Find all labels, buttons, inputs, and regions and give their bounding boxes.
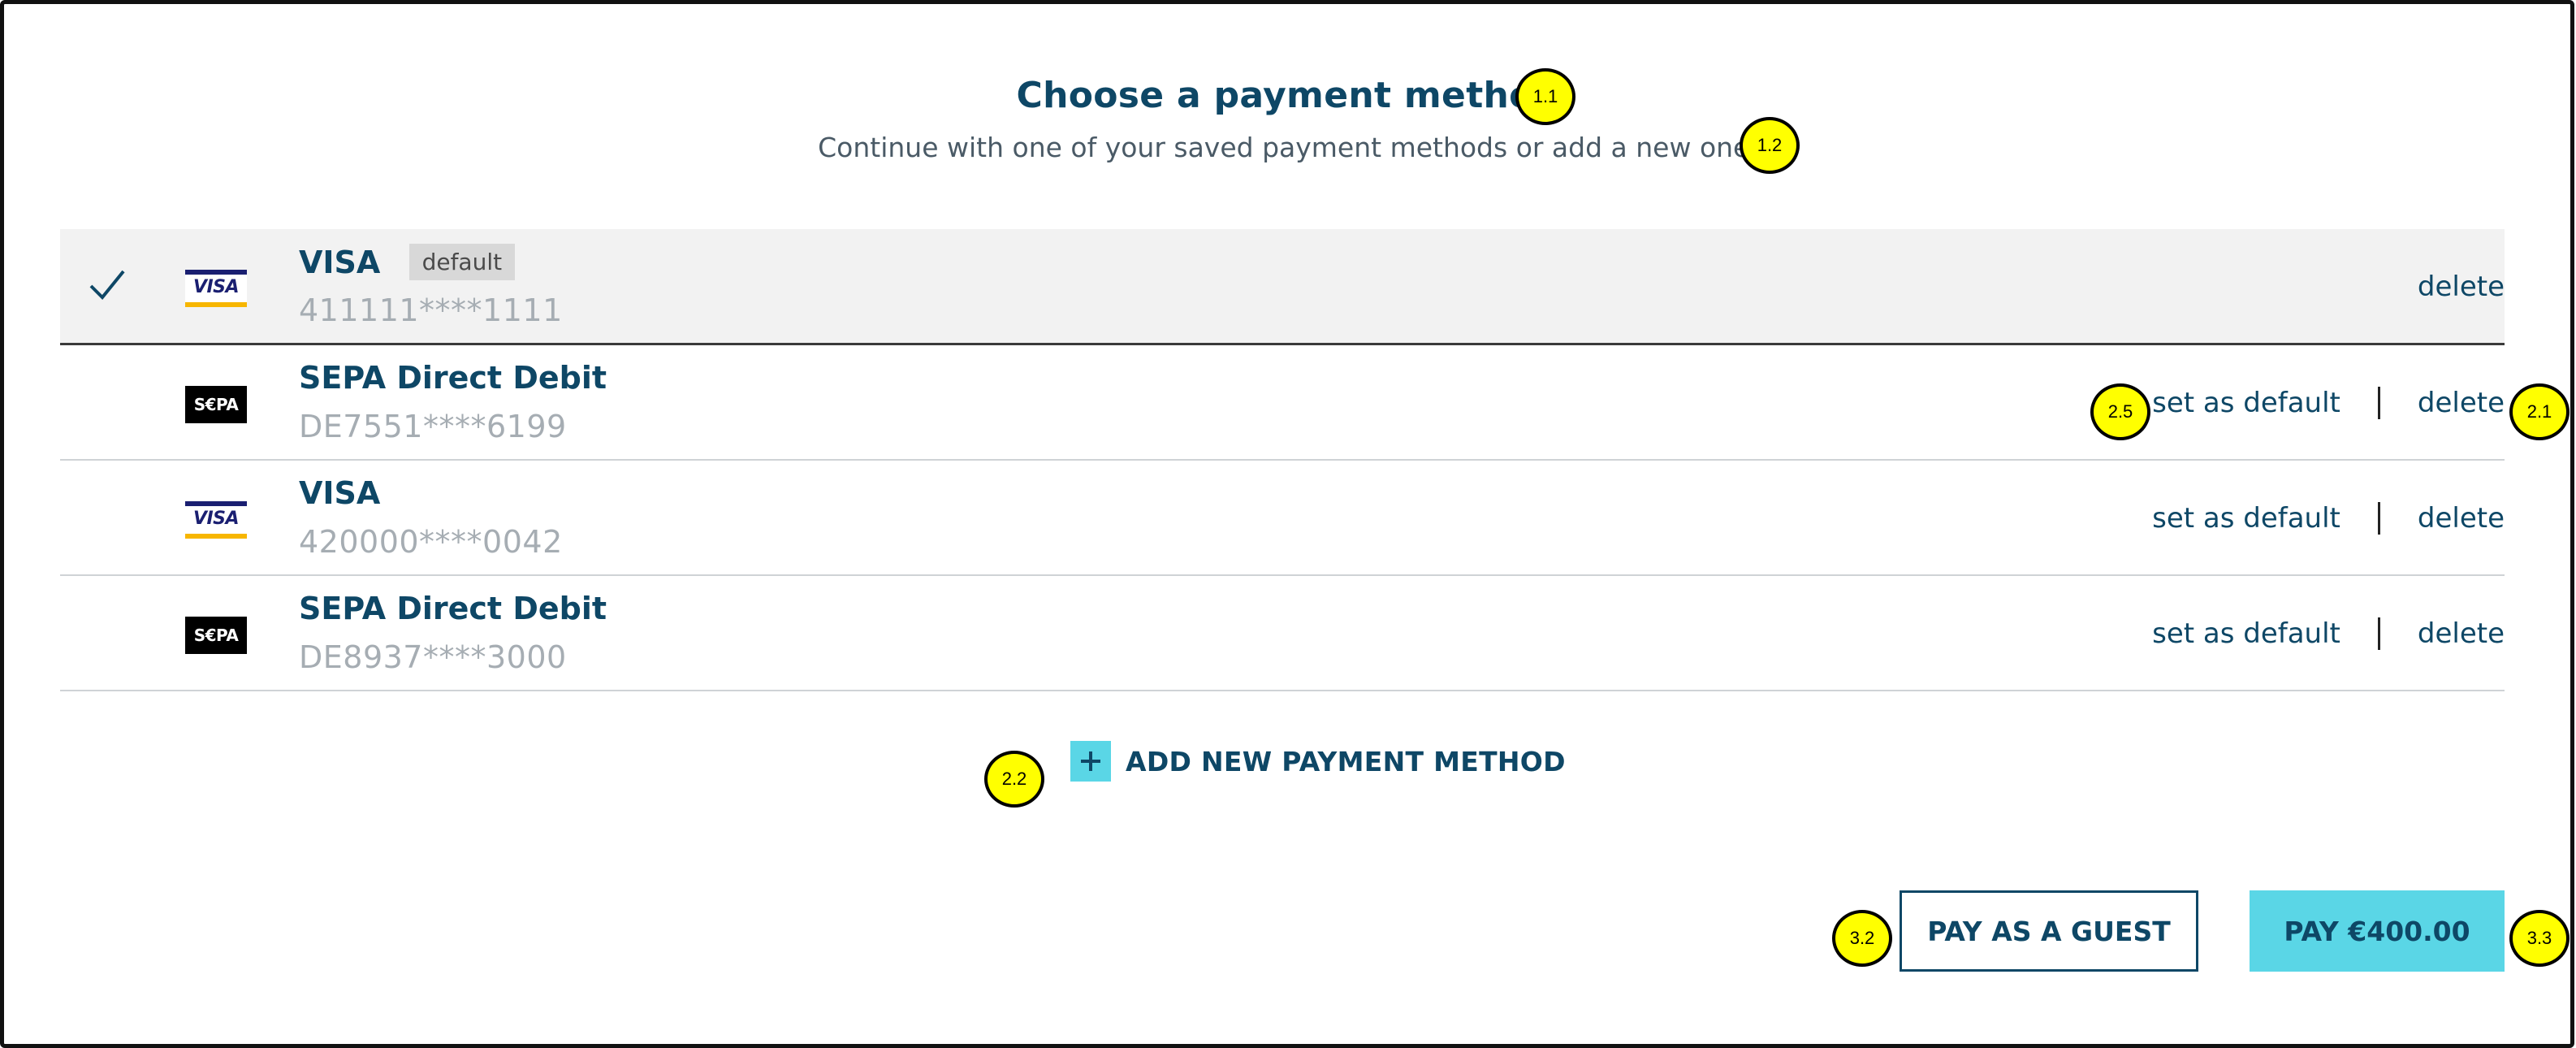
checkmark-icon (89, 270, 125, 300)
method-type: VISA (299, 475, 381, 511)
annotation-marker: 2.2 (984, 751, 1044, 808)
row-actions: set as default delete (2152, 615, 2505, 652)
pay-as-guest-button[interactable]: PAY AS A GUEST (1900, 890, 2198, 972)
add-new-label: ADD NEW PAYMENT METHOD (1126, 745, 1566, 777)
payment-method-row[interactable]: VISA VISA 420000****0042 set as default … (60, 461, 2505, 576)
masked-number: DE8937****3000 (299, 639, 567, 675)
divider (2377, 387, 2380, 419)
visa-logo-icon: VISA (185, 270, 247, 307)
masked-number: DE7551****6199 (299, 409, 567, 444)
set-default-link[interactable]: set as default (2152, 502, 2340, 535)
payment-method-row[interactable]: S€PA SEPA Direct Debit DE8937****3000 se… (60, 576, 2505, 691)
delete-link[interactable]: delete (2418, 502, 2505, 535)
delete-link[interactable]: delete (2418, 271, 2505, 303)
plus-icon (1070, 741, 1111, 782)
method-type: SEPA Direct Debit (299, 591, 607, 626)
set-default-link[interactable]: set as default (2152, 387, 2340, 419)
divider (2377, 502, 2380, 535)
payment-method-list: VISA VISA default 411111****1111 delete … (60, 229, 2505, 691)
method-name: VISA default (299, 244, 516, 280)
annotation-marker: 3.3 (2509, 910, 2570, 967)
masked-number: 411111****1111 (299, 292, 563, 328)
set-default-link[interactable]: set as default (2152, 617, 2340, 650)
annotation-marker: 1.1 (1515, 68, 1575, 125)
visa-logo-icon: VISA (185, 501, 247, 539)
delete-link[interactable]: delete (2418, 617, 2505, 650)
annotation-marker: 2.1 (2509, 383, 2570, 440)
pay-button[interactable]: PAY €400.00 (2250, 890, 2505, 972)
sepa-logo-icon: S€PA (185, 617, 247, 654)
row-actions: set as default delete (2152, 500, 2505, 537)
payment-method-row[interactable]: VISA VISA default 411111****1111 delete (60, 229, 2505, 345)
row-actions: set as default delete (2152, 384, 2505, 422)
annotation-marker: 3.2 (1832, 910, 1892, 967)
method-type: SEPA Direct Debit (299, 360, 607, 396)
add-new-payment-method-button[interactable]: ADD NEW PAYMENT METHOD (1070, 741, 1566, 782)
method-type: VISA (299, 245, 381, 280)
divider (2377, 617, 2380, 650)
page-subtitle: Continue with one of your saved payment … (818, 132, 1758, 163)
annotation-marker: 2.5 (2090, 383, 2150, 440)
annotation-marker: 1.2 (1740, 117, 1800, 174)
masked-number: 420000****0042 (299, 524, 563, 560)
default-badge: default (408, 244, 516, 280)
page-title: Choose a payment method (1016, 75, 1560, 116)
sepa-logo-icon: S€PA (185, 386, 247, 423)
delete-link[interactable]: delete (2418, 387, 2505, 419)
row-actions: delete (2418, 268, 2505, 305)
